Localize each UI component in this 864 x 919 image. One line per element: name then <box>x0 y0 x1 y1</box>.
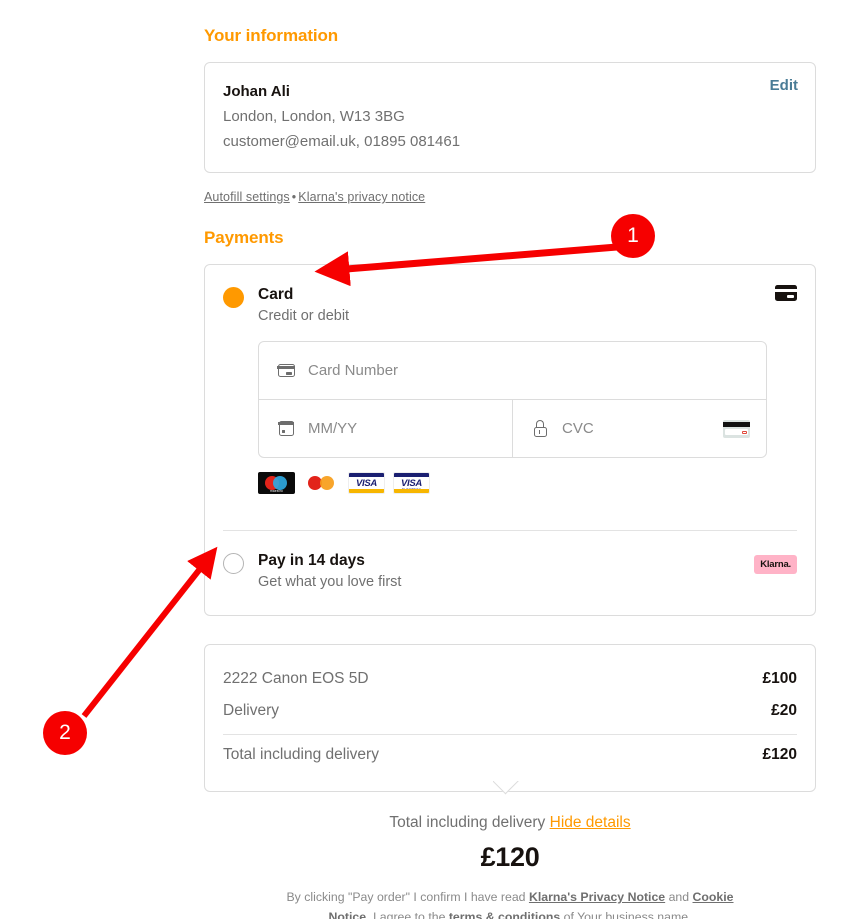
footer-total-label: Total including delivery <box>389 814 546 831</box>
radio-pay-in-14-days[interactable] <box>223 553 244 574</box>
your-information-card: Johan Ali London, London, W13 3BG custom… <box>204 62 816 173</box>
payment-option-card-label: Card <box>258 286 294 303</box>
klarna-privacy-notice-link[interactable]: Klarna's privacy notice <box>298 190 425 204</box>
payment-option-card-sublabel: Credit or debit <box>258 308 350 324</box>
summary-row: 2222 Canon EOS 5D £100 <box>223 663 797 695</box>
summary-notch <box>493 781 527 802</box>
checkout-footer: Total including delivery Hide details £1… <box>204 814 816 919</box>
customer-contact: customer@email.uk, 01895 081461 <box>223 133 461 150</box>
summary-total-value: £120 <box>762 746 797 763</box>
cvc-field[interactable]: CVC <box>512 400 766 457</box>
customer-name: Johan Ali <box>223 83 290 100</box>
card-form: Card Number MM/YY CVC <box>258 341 767 458</box>
legal-text-1: By clicking "Pay order" I confirm I have… <box>286 890 529 904</box>
summary-item-label: Delivery <box>223 702 279 719</box>
payment-option-pay-in-14-days[interactable]: Pay in 14 days Get what you love first K… <box>205 531 815 615</box>
cvc-placeholder: CVC <box>562 420 594 437</box>
calendar-icon <box>277 420 295 438</box>
legal-text-2: and <box>665 890 693 904</box>
visa-electron-logo: VISA ELECTRON <box>393 472 430 494</box>
legal-text-3: . I agree to the <box>366 910 449 919</box>
summary-row: Delivery £20 <box>223 695 797 727</box>
accepted-card-brands: maestro VISA VISA ELECTRON <box>258 472 797 494</box>
mastercard-logo <box>303 472 340 494</box>
checkout-column: Your information Johan Ali London, Londo… <box>204 0 816 919</box>
hide-details-link[interactable]: Hide details <box>550 814 631 831</box>
klarna-privacy-notice-legal-link[interactable]: Klarna's Privacy Notice <box>529 890 665 904</box>
payments-title: Payments <box>204 228 284 247</box>
grand-total-amount: £120 <box>480 842 540 872</box>
legal-disclaimer: By clicking "Pay order" I confirm I have… <box>284 887 736 919</box>
credit-card-icon <box>775 285 797 301</box>
footer-total-line: Total including delivery Hide details <box>204 814 816 832</box>
edit-information-link[interactable]: Edit <box>770 77 798 94</box>
payments-card: Card Credit or debit Card Number MM/YY C… <box>204 264 816 616</box>
annotation-marker-2: 2 <box>43 711 87 755</box>
customer-address: London, London, W13 3BG <box>223 108 405 125</box>
terms-conditions-link[interactable]: terms & conditions <box>449 910 560 919</box>
summary-total-row: Total including delivery £120 <box>223 739 797 771</box>
klarna-badge: Klarna. <box>754 555 797 574</box>
information-sublinks: Autofill settings • Klarna's privacy notic… <box>204 190 816 204</box>
payment-option-klarna-sublabel: Get what you love first <box>258 574 402 590</box>
radio-card[interactable] <box>223 287 244 308</box>
legal-text-4: of Your business name. <box>560 910 692 919</box>
card-number-row: Card Number <box>259 342 766 399</box>
maestro-logo: maestro <box>258 472 295 494</box>
arrow-2 <box>81 546 218 718</box>
card-number-field[interactable]: Card Number <box>259 342 766 399</box>
summary-item-value: £20 <box>771 702 797 719</box>
summary-divider <box>223 734 797 735</box>
payment-option-card[interactable]: Card Credit or debit Card Number MM/YY C… <box>205 265 815 530</box>
expiry-field[interactable]: MM/YY <box>259 400 512 457</box>
card-back-icon <box>723 419 750 438</box>
checkout-page: Your information Johan Ali London, Londo… <box>0 0 864 919</box>
autofill-settings-link[interactable]: Autofill settings <box>204 190 290 204</box>
summary-total-label: Total including delivery <box>223 746 379 763</box>
visa-logo: VISA <box>348 472 385 494</box>
annotation-marker-1: 1 <box>611 214 655 258</box>
expiry-placeholder: MM/YY <box>308 420 358 437</box>
payment-option-klarna-label: Pay in 14 days <box>258 552 365 569</box>
your-information-title: Your information <box>204 26 339 45</box>
expiry-cvc-row: MM/YY CVC <box>259 399 766 457</box>
summary-item-value: £100 <box>762 670 797 687</box>
credit-card-icon <box>276 362 296 380</box>
summary-item-label: 2222 Canon EOS 5D <box>223 670 369 687</box>
order-summary-card: 2222 Canon EOS 5D £100 Delivery £20 Tota… <box>204 644 816 795</box>
card-number-placeholder: Card Number <box>308 362 399 379</box>
lock-icon <box>531 420 549 438</box>
sublink-separator: • <box>291 190 297 204</box>
